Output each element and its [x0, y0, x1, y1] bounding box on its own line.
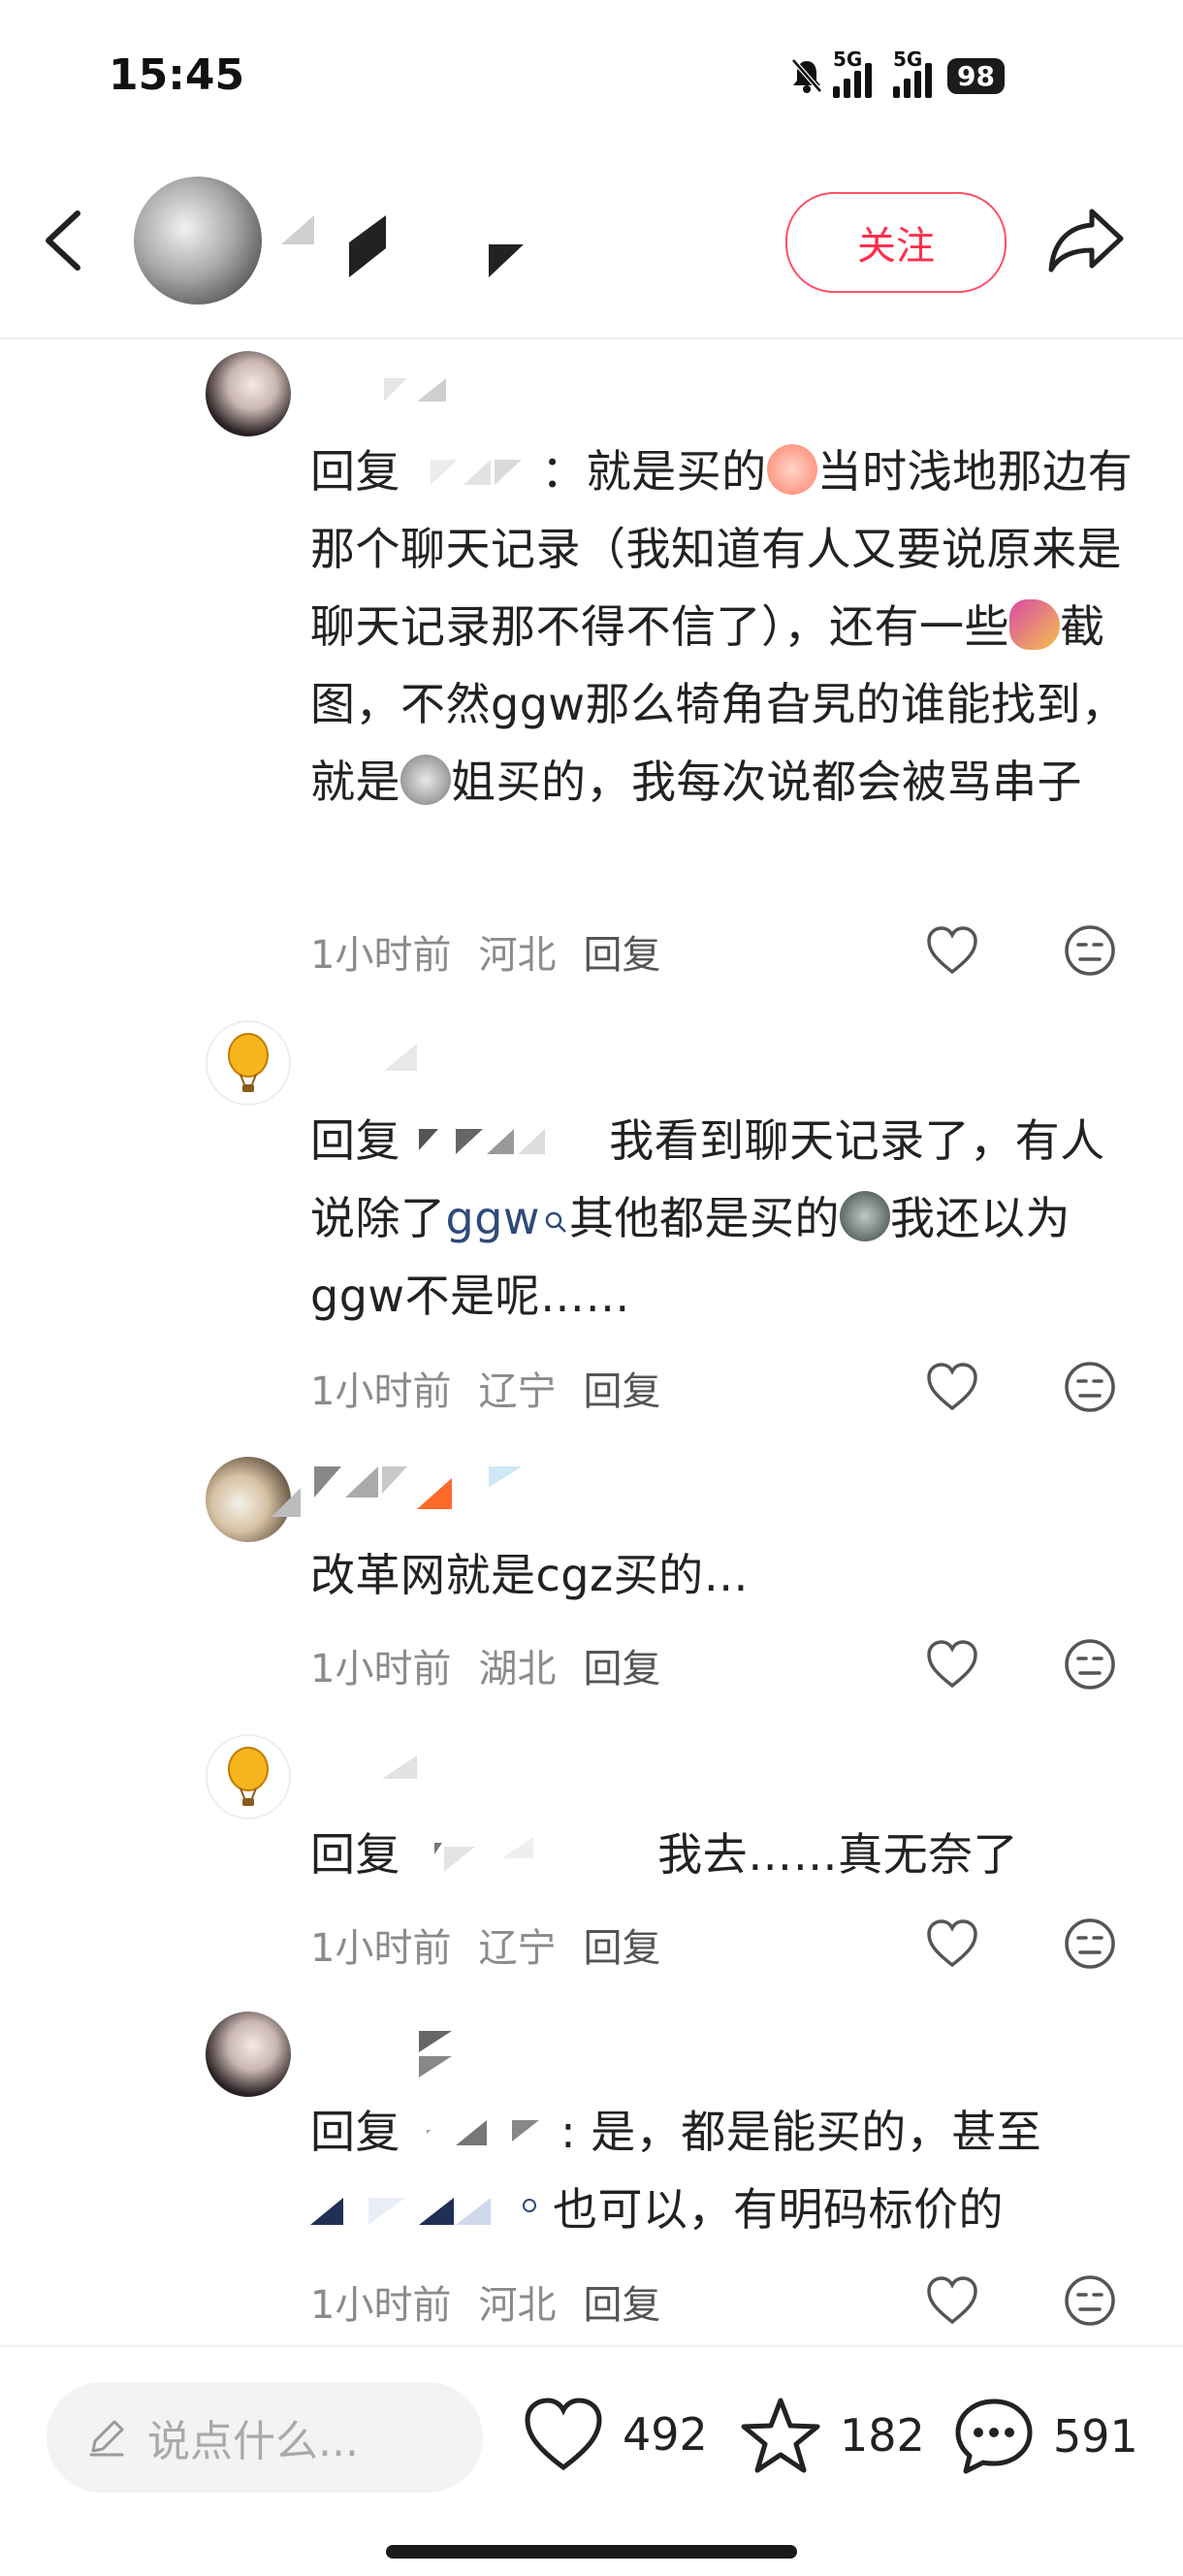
comment-meta: 1小时前 辽宁 回复: [310, 1916, 660, 1973]
mention-mosaic[interactable]: [415, 2112, 560, 2151]
comment-text: 回复 ：就是买的 当时浅地那边有那个聊天记录（我知道有人又要说原来是聊天记录那不得…: [310, 444, 1134, 808]
like-heart-icon[interactable]: [925, 925, 979, 976]
heart-icon: [525, 2398, 602, 2471]
comment-avatar[interactable]: [206, 351, 291, 436]
comment-username-mosaic[interactable]: [310, 1038, 427, 1090]
status-icons: 5G 5G 98: [790, 48, 1005, 103]
mention-mosaic[interactable]: [415, 1121, 609, 1160]
comment-count: 591: [1053, 2410, 1138, 2463]
search-icon: [545, 1211, 566, 1233]
dislike-face-icon[interactable]: [1063, 1637, 1117, 1691]
battery-indicator: 98: [947, 57, 1005, 94]
signal-2-icon: 5G: [893, 48, 932, 98]
author-avatar[interactable]: [134, 177, 262, 305]
comment-meta: 1小时前 河北 回复: [310, 923, 660, 980]
like-button[interactable]: 492: [522, 2396, 708, 2473]
reply-button[interactable]: 回复: [583, 2273, 660, 2330]
mention-mosaic[interactable]: [415, 452, 541, 491]
comment-avatar[interactable]: [206, 1020, 291, 1106]
follow-button[interactable]: 关注: [785, 192, 1007, 293]
comment-text: 回复 我去……真无奈了: [310, 1828, 1019, 1881]
comment-input-placeholder: 说点什么...: [147, 2417, 359, 2466]
balloon-icon: [228, 1033, 269, 1092]
signal-1-icon: 5G: [833, 48, 872, 98]
comment-username-mosaic[interactable]: [272, 1459, 533, 1530]
reply-button[interactable]: 回复: [583, 1916, 660, 1973]
like-count: 492: [623, 2408, 708, 2461]
mention-mosaic[interactable]: [310, 2190, 553, 2229]
chat-bubble-icon: [955, 2399, 1033, 2474]
dislike-face-icon[interactable]: [1063, 1916, 1117, 1971]
dislike-face-icon[interactable]: [1063, 1360, 1117, 1414]
comment-meta: 1小时前 辽宁 回复: [310, 1360, 660, 1416]
search-link[interactable]: ggw: [446, 1192, 570, 1244]
star-icon: [741, 2398, 820, 2473]
comment-text: 改革网就是cgz买的…: [310, 1549, 750, 1601]
back-icon[interactable]: [37, 206, 91, 275]
bottom-divider: [0, 2345, 1183, 2347]
comment-meta: 1小时前 河北 回复: [310, 2273, 660, 2330]
comment-username-mosaic[interactable]: [310, 1752, 427, 1794]
mention-mosaic[interactable]: [415, 1835, 657, 1874]
balloon-icon: [228, 1747, 269, 1806]
comment-username-mosaic[interactable]: [310, 369, 456, 421]
pencil-icon: [89, 2420, 124, 2457]
like-heart-icon[interactable]: [925, 2275, 979, 2326]
wolf-emoji-icon: [400, 755, 451, 805]
like-heart-icon[interactable]: [925, 1639, 979, 1690]
crying-emoji-icon: [766, 444, 817, 495]
home-indicator[interactable]: [386, 2545, 797, 2559]
comment-username-mosaic[interactable]: [310, 2025, 456, 2087]
status-time: 15:45: [109, 50, 245, 100]
reply-button[interactable]: 回复: [583, 1637, 660, 1693]
comment-meta: 1小时前 湖北 回复: [310, 1637, 660, 1693]
comment-text: 回复 : 是，都是能买的，甚至 也可以，有明码标价的: [310, 2106, 1042, 2236]
author-name-mosaic[interactable]: [281, 209, 533, 287]
favorite-count: 182: [840, 2409, 925, 2462]
reply-button[interactable]: 回复: [583, 1360, 660, 1416]
comment-input[interactable]: 说点什么...: [47, 2382, 483, 2493]
comment-text: 回复 我看到聊天记录了，有人说除了ggw 其他都是买的 我还以为ggw不是呢……: [310, 1114, 1105, 1322]
header-divider: [0, 338, 1183, 339]
share-icon[interactable]: [1047, 204, 1125, 275]
cat-emoji-icon: [840, 1191, 891, 1241]
like-heart-icon[interactable]: [925, 1362, 979, 1412]
comment-button[interactable]: 591: [952, 2396, 1138, 2477]
mute-bell-icon: [791, 58, 822, 93]
sweet-potato-emoji-icon: [1009, 599, 1060, 650]
dislike-face-icon[interactable]: [1063, 923, 1117, 978]
comment-avatar[interactable]: [206, 2012, 291, 2097]
comment-avatar[interactable]: [206, 1734, 291, 1819]
like-heart-icon[interactable]: [925, 1918, 979, 1969]
favorite-button[interactable]: 182: [739, 2396, 925, 2475]
dislike-face-icon[interactable]: [1063, 2273, 1117, 2328]
reply-button[interactable]: 回复: [583, 923, 660, 980]
